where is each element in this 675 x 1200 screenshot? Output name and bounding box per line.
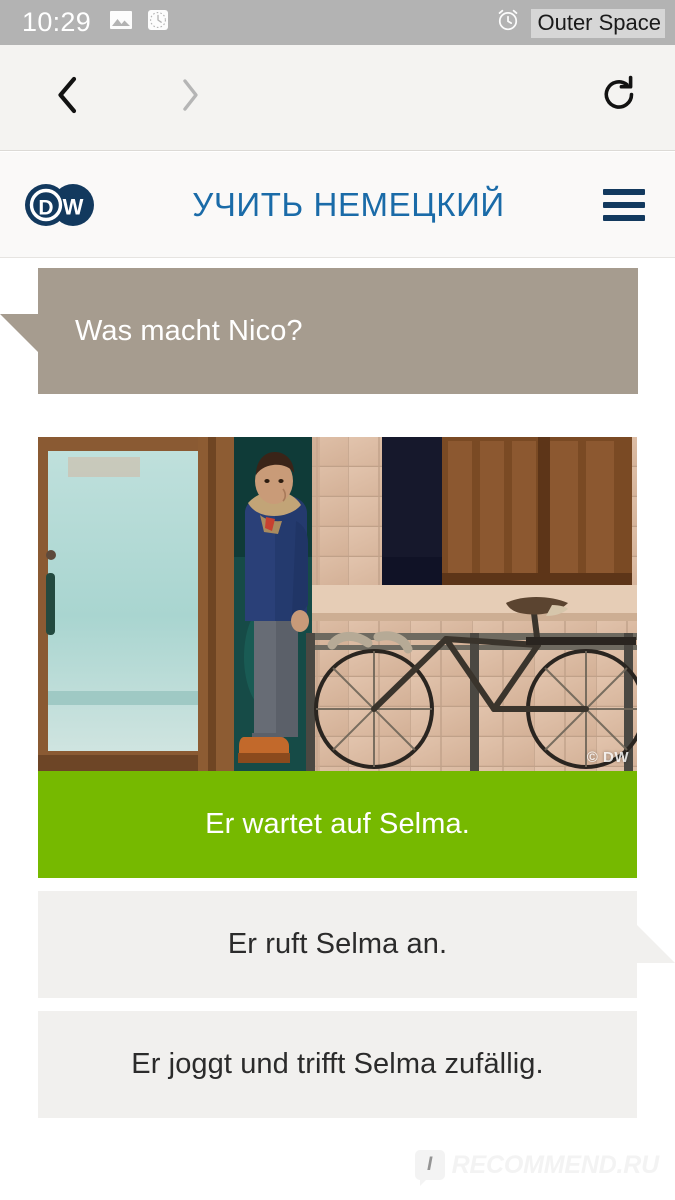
answer-option-correct[interactable]: Er wartet auf Selma. (38, 771, 637, 878)
hamburger-bar (603, 214, 645, 221)
answer-card: © DW Er wartet auf Selma. Er ruft Selma … (38, 437, 675, 1118)
photo-credit: © DW (586, 749, 629, 766)
answer-option-label: Er wartet auf Selma. (205, 808, 470, 840)
svg-text:D: D (38, 196, 53, 219)
forward-button[interactable] (162, 70, 218, 126)
alarm-icon (495, 7, 521, 38)
watermark-text: RECOMMEND.RU (451, 1150, 660, 1179)
browser-toolbar (0, 45, 675, 151)
back-button[interactable] (40, 70, 96, 126)
exercise-photo: © DW (38, 437, 637, 771)
status-clock: 10:29 (22, 7, 92, 37)
answer-option-3[interactable]: Er joggt und trifft Selma zufällig. (38, 1011, 637, 1118)
answer-option-2[interactable]: Er ruft Selma an. (38, 891, 675, 998)
svg-text:W: W (63, 194, 84, 219)
dw-logo-icon[interactable]: D W (20, 180, 100, 230)
question-bubble: Was macht Nico? (0, 268, 638, 394)
site-header: D W УЧИТЬ НЕМЕЦКИЙ (0, 152, 675, 258)
forward-chevron-icon (173, 73, 207, 122)
answer-option-label: Er ruft Selma an. (227, 928, 448, 960)
back-chevron-icon (51, 73, 85, 122)
question-text: Was macht Nico? (75, 314, 303, 347)
reload-button[interactable] (591, 70, 647, 126)
hamburger-bar (603, 201, 645, 208)
reload-icon (599, 73, 639, 122)
hamburger-menu-icon[interactable] (603, 185, 649, 225)
page-title: УЧИТЬ НЕМЕЦКИЙ (192, 185, 505, 223)
android-status-bar: 10:29 Outer Space (0, 0, 675, 45)
answer-option-tail (637, 925, 675, 963)
exercise-content: Was macht Nico? © DW Er wartet auf Selma… (0, 259, 675, 1200)
image-icon (109, 8, 133, 37)
answer-option-label: Er joggt und trifft Selma zufällig. (131, 1048, 544, 1080)
phone-screenshot: 10:29 Outer Space D W УЧИТЬ НЕМЕЦКИЙ Was… (0, 0, 675, 1200)
irecommend-watermark: I RECOMMEND.RU (414, 1150, 660, 1186)
clock-icon (146, 8, 170, 37)
status-left-icons (109, 8, 170, 37)
hamburger-bar (603, 188, 645, 195)
speech-bubble-icon: I (414, 1150, 445, 1186)
status-right-icons: Outer Space (495, 7, 665, 38)
question-bubble-tail (0, 314, 38, 352)
outer-space-toast: Outer Space (531, 9, 665, 38)
